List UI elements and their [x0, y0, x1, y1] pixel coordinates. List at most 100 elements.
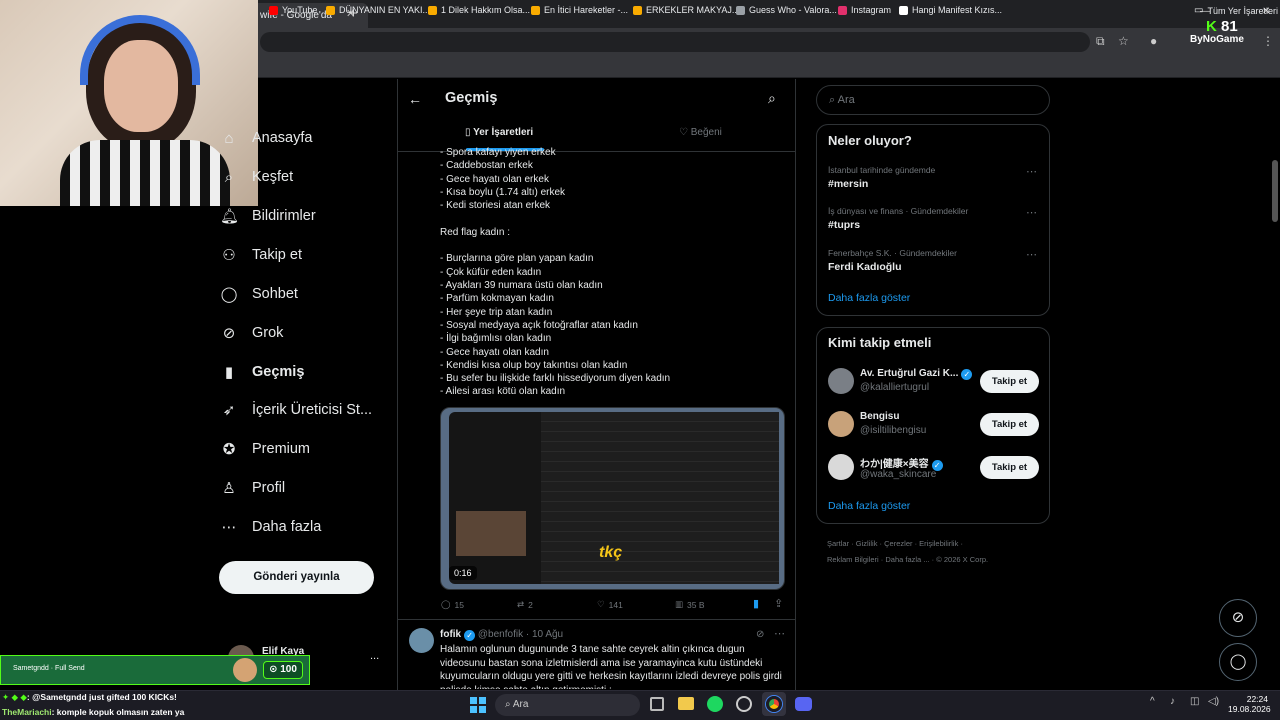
bell-icon: 🔔︎: [220, 208, 240, 225]
post-more-icon[interactable]: ⋯: [774, 627, 785, 640]
repost-button[interactable]: ⇄ 2: [517, 599, 533, 610]
page-scrollbar[interactable]: [1272, 80, 1278, 690]
trend-item[interactable]: #tuprs: [828, 219, 860, 231]
views-button[interactable]: ▥ 35 B: [675, 599, 705, 610]
like-button[interactable]: ♡ 141: [597, 599, 623, 610]
back-arrow-icon[interactable]: ←: [408, 91, 422, 107]
footer-ads-info[interactable]: Reklam Bilgileri: [827, 555, 879, 564]
share-icon[interactable]: ⇪: [774, 597, 783, 610]
search-icon[interactable]: ⌕: [768, 90, 776, 107]
bookmark-8[interactable]: Hangi Manifest Kızıs...: [899, 5, 1002, 15]
clock[interactable]: 22:24 19.08.2026: [1228, 694, 1271, 714]
video-player[interactable]: tkç 0:16: [440, 407, 785, 590]
post-text-line: - Caddebostan erkek: [440, 160, 533, 172]
sidebar-item-home[interactable]: ⌂ Anasayfa: [220, 123, 312, 153]
spotify-icon[interactable]: [707, 696, 723, 712]
grok-icon: ⊘: [1231, 609, 1245, 626]
sidebar-item-grok[interactable]: ⊘ Grok: [220, 318, 284, 348]
sidebar-item-profile[interactable]: ♙ Profil: [220, 473, 285, 503]
chat-line: TheMariachi: komple kopuk olmasın zaten …: [2, 707, 185, 717]
w-icon: [899, 5, 908, 15]
star-icon[interactable]: ☆: [1118, 34, 1129, 48]
folder-icon: [428, 5, 437, 15]
more-icon[interactable]: ⋯: [1026, 165, 1037, 178]
task-view-icon[interactable]: [650, 697, 664, 711]
scrollbar-thumb[interactable]: [1272, 160, 1278, 222]
bookmark-button[interactable]: ▮: [753, 597, 759, 610]
reply-button[interactable]: ◯ 15: [441, 599, 464, 610]
footer-terms[interactable]: Şartlar: [827, 539, 849, 548]
messages-fab[interactable]: ◯: [1219, 643, 1257, 681]
home-icon: ⌂: [224, 129, 234, 147]
post-text-line: - Gece hayatı olan erkek: [440, 173, 549, 185]
tray-arrow-icon[interactable]: ^: [1150, 696, 1155, 707]
trend-category: İş dünyası ve finans · Gündemdekiler: [828, 206, 969, 216]
all-bookmarks[interactable]: ▭ Tüm Yer İşaretleri: [1194, 5, 1278, 16]
avatar[interactable]: [828, 454, 854, 480]
bookmark-instagram[interactable]: Instagram: [838, 5, 891, 15]
sidebar-item-bookmarks[interactable]: ▮ Geçmiş: [220, 357, 305, 387]
menu-icon[interactable]: ⋮: [1262, 34, 1274, 48]
footer-cookies[interactable]: Çerezler: [884, 539, 912, 548]
trend-item[interactable]: #mersin: [828, 178, 868, 190]
file-explorer-icon[interactable]: [678, 697, 694, 710]
post-button[interactable]: Gönderi yayınla: [219, 561, 374, 594]
chat-icon: ◯: [1229, 653, 1247, 670]
sidebar-item-premium[interactable]: ✪ Premium: [220, 434, 310, 464]
sidebar-item-chat[interactable]: ◯ Sohbet: [220, 279, 298, 309]
trend-item[interactable]: Ferdi Kadıoğlu: [828, 261, 902, 273]
post-text-line: - Spora kafayı yiyen erkek: [440, 147, 556, 158]
tab-likes[interactable]: ♡ Beğeni: [679, 127, 722, 138]
network-icon[interactable]: ◫: [1190, 696, 1199, 707]
bookmark-youtube[interactable]: YouTube: [269, 5, 317, 15]
premium-icon: ✪: [222, 441, 236, 458]
grok-fab[interactable]: ⊘: [1219, 599, 1257, 637]
avatar[interactable]: [409, 628, 434, 653]
extension-icon[interactable]: ●: [1150, 34, 1157, 48]
follow-button[interactable]: Takip et: [980, 370, 1039, 393]
show-more-link[interactable]: Daha fazla göster: [828, 500, 910, 512]
sidebar-item-creator-studio[interactable]: ➶ İçerik Üreticisi St...: [220, 395, 372, 425]
bookmark-4[interactable]: En İtici Hareketler -...: [531, 5, 628, 15]
stream-logo: K 81: [1206, 18, 1238, 35]
post-author[interactable]: fofik ✓ @benfofik · 10 Ağu: [440, 629, 563, 641]
footer-privacy[interactable]: Gizlilik: [856, 539, 878, 548]
tab-bookmarks[interactable]: ▯ Yer İşaretleri: [465, 127, 533, 138]
sidebar-item-notifications[interactable]: 🔔︎ Bildirimler: [220, 201, 316, 231]
verified-icon: ✓: [464, 630, 476, 641]
stream-chat: ✦ ◆ ◆: @Sametgndd just gifted 100 KICKs!…: [0, 690, 360, 720]
account-name[interactable]: Bengisu: [860, 411, 899, 422]
bookmark-2[interactable]: DÜNYANIN EN YAKI...: [326, 5, 430, 15]
sidebar-item-explore[interactable]: ⌕ Keşfet: [220, 162, 293, 192]
taskbar-search[interactable]: ⌕ Ara: [495, 694, 640, 716]
search-input[interactable]: ⌕ Ara: [816, 85, 1050, 115]
address-bar[interactable]: [260, 32, 1090, 52]
heart-icon: ♡: [679, 127, 688, 138]
profile-more-icon[interactable]: ...: [370, 650, 379, 662]
heart-icon: ♡: [597, 599, 605, 609]
show-more-link[interactable]: Daha fazla göster: [828, 292, 910, 304]
chat-line: ✦ ◆ ◆: @Sametgndd just gifted 100 KICKs!: [2, 692, 177, 702]
account-name[interactable]: Av. Ertuğrul Gazi K... ✓: [860, 368, 973, 380]
windows-start-icon[interactable]: [470, 697, 486, 713]
more-icon[interactable]: ⋯: [1026, 206, 1037, 219]
volume-icon[interactable]: ◁): [1208, 696, 1219, 707]
post-text-line: Red flag kadın :: [440, 226, 511, 238]
mic-icon[interactable]: ♪: [1170, 696, 1175, 707]
discord-icon[interactable]: [795, 697, 812, 711]
footer-accessibility[interactable]: Erişilebilirlik: [919, 539, 958, 548]
bookmark-5[interactable]: ERKEKLER MAKYAJ...: [633, 5, 739, 15]
bookmark-6[interactable]: Guess Who - Valora...: [736, 5, 837, 15]
grok-icon[interactable]: ⊘: [756, 629, 764, 640]
follow-button[interactable]: Takip et: [980, 456, 1039, 479]
more-icon[interactable]: ⋯: [1026, 248, 1037, 261]
avatar[interactable]: [828, 368, 854, 394]
bookmark-3[interactable]: 1 Dilek Hakkım Olsa...: [428, 5, 530, 15]
sidebar-item-more[interactable]: ⋯ Daha fazla: [220, 512, 322, 542]
avatar[interactable]: [828, 411, 854, 437]
steam-icon[interactable]: [736, 696, 752, 712]
sidebar-item-follow[interactable]: ⚇ Takip et: [220, 240, 302, 270]
install-icon[interactable]: ⧉: [1096, 34, 1105, 49]
follow-button[interactable]: Takip et: [980, 413, 1039, 436]
footer-more[interactable]: Daha fazla ...: [885, 555, 929, 564]
